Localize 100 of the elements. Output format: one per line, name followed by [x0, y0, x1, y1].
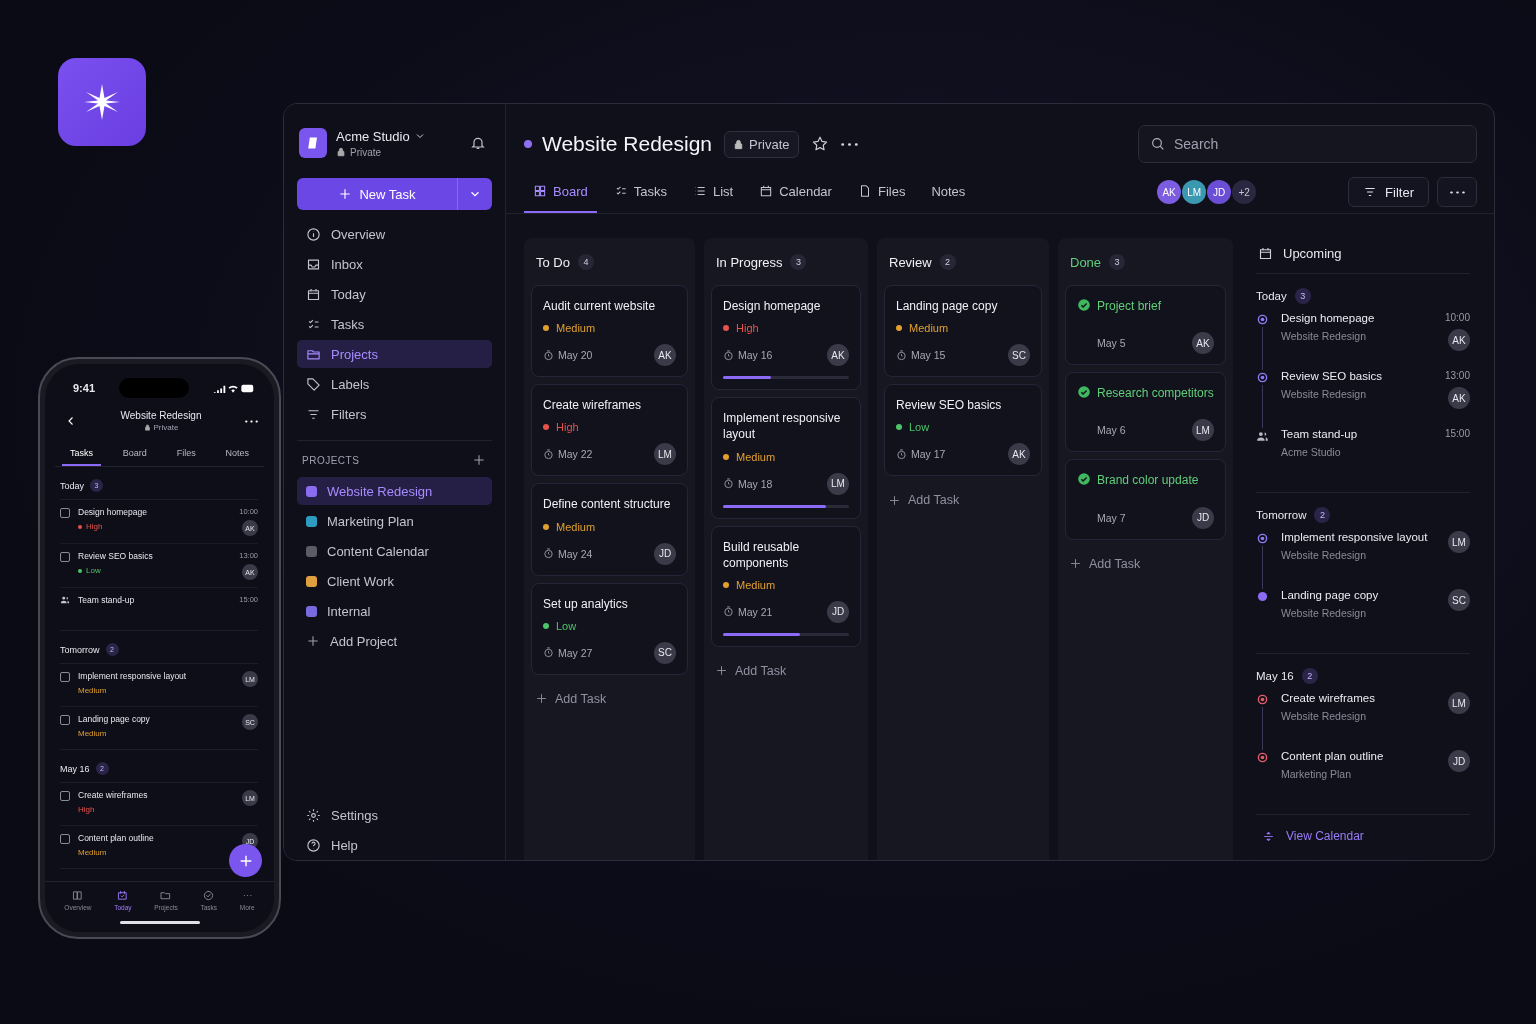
project-item[interactable]: Website Redesign	[297, 477, 492, 505]
add-task-button[interactable]: Add Task	[711, 653, 861, 688]
project-name: Website Redesign	[1281, 549, 1368, 561]
task-title: Project brief	[1097, 298, 1162, 315]
view-tab[interactable]: Notes	[922, 171, 975, 213]
plus-icon	[338, 187, 353, 201]
screen-tab[interactable]: Files	[168, 442, 204, 466]
screen-tab[interactable]: Tasks	[61, 442, 101, 466]
checkbox[interactable]	[60, 834, 70, 844]
task-card[interactable]: Define content structure Medium May 24 JD	[531, 483, 688, 576]
member-avatar[interactable]: AK	[1157, 180, 1182, 204]
task-title: Build reusable components	[723, 538, 801, 571]
column-title: Review	[889, 254, 932, 270]
project-item[interactable]: Client Work	[297, 567, 492, 595]
task-card[interactable]: Create wireframes High May 22 LM	[531, 384, 688, 477]
event-time: 10:00	[1444, 312, 1470, 323]
count-badge: 4	[577, 254, 594, 270]
event-time: 13:00	[1444, 370, 1470, 381]
view-calendar-link[interactable]: View Calendar	[1256, 815, 1470, 857]
project-item[interactable]: Internal	[297, 597, 492, 625]
workspace-switcher[interactable]: Acme Studio	[336, 128, 461, 144]
lock-icon	[143, 424, 151, 431]
priority-label: Medium	[78, 729, 108, 738]
checkbox[interactable]	[60, 672, 70, 682]
view-tab[interactable]: Board	[524, 171, 597, 213]
task-card[interactable]: Build reusable components Medium May 21 JD	[711, 525, 861, 647]
assignee-avatar: SC	[1448, 589, 1470, 611]
project-dot-icon	[524, 140, 532, 148]
nav-item[interactable]: Overview	[297, 220, 492, 248]
view-tab[interactable]: Tasks	[604, 171, 676, 213]
task-card[interactable]: Implement responsive layout Medium May 18 LM	[711, 397, 861, 519]
task-card[interactable]: Design homepage High May 16 AK	[711, 285, 861, 391]
clock-icon	[543, 448, 554, 460]
add-task-button[interactable]: Add Task	[884, 483, 1042, 518]
group-label: Tomorrow	[1256, 509, 1307, 521]
nav-item[interactable]: Projects	[297, 340, 492, 368]
checkbox[interactable]	[60, 791, 70, 801]
member-avatar[interactable]: JD	[1207, 180, 1232, 204]
more-members-badge[interactable]: +2	[1232, 180, 1257, 204]
task-card[interactable]: Audit current website Medium May 20 AK	[531, 285, 688, 378]
due-date: May 21	[723, 605, 773, 618]
nav-item[interactable]: Inbox	[297, 250, 492, 278]
due-date: May 24	[543, 547, 593, 560]
more-icon[interactable]	[840, 142, 858, 146]
checkbox[interactable]	[60, 552, 70, 562]
task-card[interactable]: Project brief May 5 AK	[1065, 285, 1226, 366]
inbox-icon	[306, 256, 321, 272]
clock-icon	[543, 548, 554, 560]
add-project-button[interactable]: Add Project	[297, 627, 492, 655]
assignee-avatar: AK	[1192, 332, 1214, 355]
task-card[interactable]: Set up analytics Low May 27 SC	[531, 582, 688, 675]
group-label: Today	[1256, 290, 1287, 302]
priority-label: Medium	[896, 322, 1030, 335]
column-title: To Do	[536, 254, 570, 270]
search-field[interactable]: Search	[1138, 125, 1477, 163]
add-task-button[interactable]: Add Task	[531, 681, 688, 716]
new-task-button[interactable]: New Task	[297, 178, 457, 210]
task-card[interactable]: Landing page copy Medium May 15 SC	[884, 285, 1042, 378]
nav-item[interactable]: Today	[297, 280, 492, 308]
group-label: May 16	[60, 763, 90, 774]
task-title: Define content structure	[543, 496, 671, 513]
task-card[interactable]: Review SEO basics Low May 17 AK	[884, 384, 1042, 477]
project-name: Website Redesign	[1281, 388, 1368, 400]
project-item[interactable]: Content Calendar	[297, 537, 492, 565]
project-item[interactable]: Marketing Plan	[297, 507, 492, 535]
screen-title: Website Redesign	[120, 410, 202, 421]
screen-tab[interactable]: Board	[114, 442, 155, 466]
nav-item[interactable]: Settings	[297, 801, 492, 829]
help-icon	[306, 837, 321, 853]
clock-icon	[896, 448, 907, 460]
more-icon	[1449, 190, 1465, 194]
filter-icon	[1363, 185, 1378, 199]
assignee-avatar: JD	[827, 600, 849, 623]
event-title: Team stand-up	[1281, 428, 1359, 440]
notification-bell-icon[interactable]	[470, 135, 486, 151]
view-tab[interactable]: Files	[848, 171, 915, 213]
checkbox[interactable]	[60, 508, 70, 518]
task-card[interactable]: Research competitors May 6 LM	[1065, 372, 1226, 453]
view-tab[interactable]: Calendar	[750, 171, 841, 213]
task-card[interactable]: Brand color update May 7 JD	[1065, 459, 1226, 540]
due-date: May 22	[543, 448, 593, 461]
info-icon	[306, 226, 321, 242]
add-icon[interactable]	[472, 453, 486, 467]
priority-label: High	[78, 805, 96, 814]
filter-button[interactable]: Filter	[1348, 177, 1429, 207]
star-icon[interactable]	[810, 135, 829, 153]
board-icon	[533, 184, 547, 198]
nav-item[interactable]: Labels	[297, 370, 492, 398]
view-tab[interactable]: List	[683, 171, 743, 213]
screen-tab[interactable]: Notes	[217, 442, 258, 466]
add-button[interactable]	[229, 844, 262, 877]
checkbox[interactable]	[60, 715, 70, 725]
nav-item[interactable]: Tasks	[297, 310, 492, 338]
add-task-button[interactable]: Add Task	[1065, 546, 1226, 581]
nav-item[interactable]: Help	[297, 831, 492, 859]
column-title: In Progress	[716, 254, 783, 270]
privacy-badge: Private	[724, 130, 799, 158]
projects-heading: PROJECTS	[302, 454, 360, 466]
nav-item[interactable]: Filters	[297, 400, 492, 428]
assignee-avatar: JD	[1448, 750, 1470, 772]
